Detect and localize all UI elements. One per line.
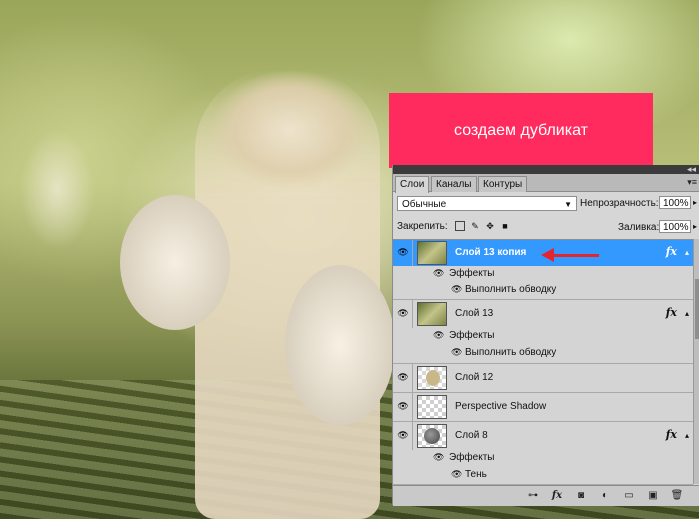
eye-icon[interactable]: 👁 [451,284,462,295]
expand-icon[interactable]: ▴ [685,248,689,257]
scrollbar-thumb[interactable] [695,279,699,339]
effect-stroke-row[interactable]: 👁 Выполнить обводку [393,344,693,364]
eye-icon[interactable]: 👁 [433,452,444,463]
opacity-arrow-icon[interactable]: ▸ [693,198,697,207]
layer-name[interactable]: Слой 8 [455,430,488,441]
layer-thumbnail [417,302,447,326]
effect-name: Выполнить обводку [465,347,557,358]
lock-icon[interactable]: ■ [500,221,510,231]
mask-icon[interactable]: ◙ [574,489,588,503]
eye-icon[interactable]: 👁 [396,247,410,258]
effect-name: Тень [465,469,487,480]
tab-paths[interactable]: Контуры [478,176,528,192]
brush-icon[interactable]: ✎ [470,221,480,231]
lock-label: Закрепить: [397,221,448,232]
move-icon[interactable]: ✥ [485,221,495,231]
layer-row-perspective-shadow[interactable]: 👁 Perspective Shadow [393,393,693,422]
tab-channels[interactable]: Каналы [431,176,477,192]
blend-mode-select[interactable]: Обычные ▼ [397,196,577,211]
eye-icon[interactable]: 👁 [451,469,462,480]
effects-label: Эффекты [449,330,495,341]
effects-label: Эффекты [449,452,495,463]
effect-name: Выполнить обводку [465,284,557,295]
layers-list: 👁 Слой 13 копия fx ▴ 👁 Эффекты 👁 Выполни… [393,239,693,485]
layer-name[interactable]: Слой 13 копия [455,247,526,258]
fill-arrow-icon[interactable]: ▸ [693,222,697,231]
layer-row-sloy12[interactable]: 👁 Слой 12 [393,364,693,393]
layer-thumbnail [417,241,447,265]
layer-thumbnail [417,424,447,448]
lock-transparency-icon[interactable] [455,221,465,231]
ghost-hen-image [20,130,95,250]
eye-icon[interactable]: 👁 [396,401,410,412]
fx-icon[interactable]: fx [666,245,677,258]
panel-tabs: Слои Каналы Контуры ▾≡ [393,174,699,193]
panel-bottom-toolbar: ⊶ fx ◙ ◐ ▭ ▣ 🗑 [393,485,699,506]
effects-row[interactable]: 👁 Эффекты [393,266,693,283]
layer-row-sloy8[interactable]: 👁 Слой 8 fx ▴ [393,422,693,451]
link-icon[interactable]: ⊶ [526,489,540,503]
layer-row-sloy13[interactable]: 👁 Слой 13 fx ▴ [393,300,693,329]
layer-thumbnail [417,366,447,390]
layer-name[interactable]: Perspective Shadow [455,401,546,412]
eye-icon[interactable]: 👁 [396,308,410,319]
trash-icon[interactable]: 🗑 [670,489,684,503]
blend-mode-value: Обычные [402,199,447,210]
opacity-label: Непрозрачность: [580,198,659,209]
effects-label: Эффекты [449,268,495,279]
layer-name[interactable]: Слой 12 [455,372,493,383]
effect-stroke-row[interactable]: 👁 Выполнить обводку [393,282,693,300]
effects-row[interactable]: 👁 Эффекты [393,328,693,345]
opacity-input[interactable]: 100% [659,196,691,209]
adjustment-icon[interactable]: ◐ [598,489,612,503]
fill-label: Заливка: [618,222,660,233]
caption-banner: создаем дубликат [389,93,653,168]
panel-titlebar: ◂◂ [393,164,699,174]
layer-name[interactable]: Слой 13 [455,308,493,319]
fx-icon[interactable]: fx [666,428,677,441]
layer-thumbnail [417,395,447,419]
chevron-down-icon: ▼ [564,200,572,209]
new-layer-icon[interactable]: ▣ [646,489,660,503]
layers-panel: ◂◂ Слои Каналы Контуры ▾≡ Обычные ▼ Непр… [392,164,699,506]
hen-left-image [120,195,230,330]
eye-icon[interactable]: 👁 [451,347,462,358]
effect-shadow-row[interactable]: 👁 Тень [393,466,693,485]
layers-scrollbar[interactable] [693,239,699,484]
panel-menu-icon[interactable]: ▾≡ [687,177,697,188]
red-arrow-pointer [541,248,599,262]
expand-icon[interactable]: ▴ [685,431,689,440]
tab-layers[interactable]: Слои [395,176,430,193]
effects-row[interactable]: 👁 Эффекты [393,450,693,467]
fx-icon[interactable]: fx [666,306,677,319]
fx-icon[interactable]: fx [550,489,564,503]
group-icon[interactable]: ▭ [622,489,636,503]
hen-right-image [285,265,395,425]
eye-icon[interactable]: 👁 [433,330,444,341]
fill-input[interactable]: 100% [659,220,691,233]
eye-icon[interactable]: 👁 [396,372,410,383]
eye-icon[interactable]: 👁 [396,430,410,441]
caption-text: создаем дубликат [454,121,588,139]
eye-icon[interactable]: 👁 [433,268,444,279]
expand-icon[interactable]: ▴ [685,309,689,318]
